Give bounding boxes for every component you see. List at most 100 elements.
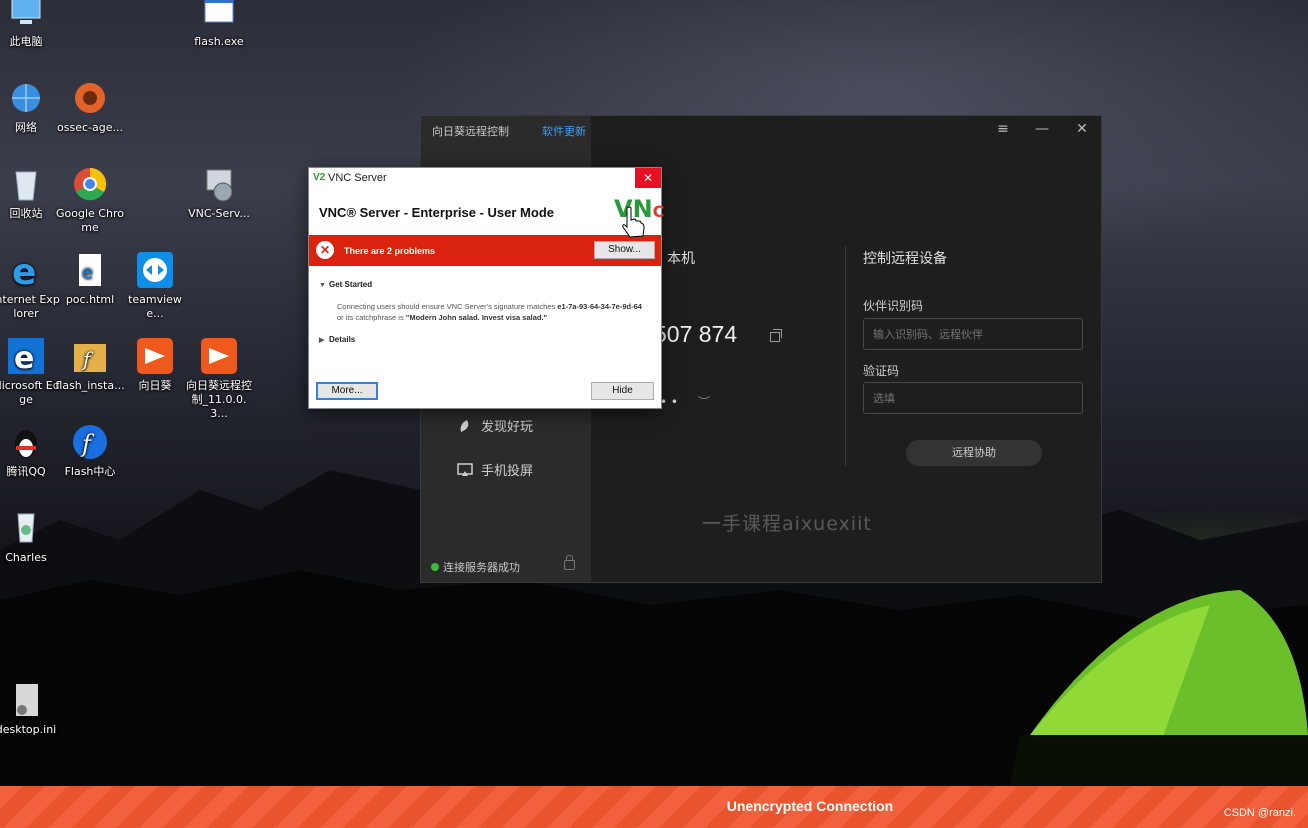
hand-cursor-icon [622, 206, 645, 238]
sidebar-item-screen-cast[interactable]: 手机投屏 [457, 460, 533, 479]
message-text: or its catchphrase is [337, 313, 406, 322]
section-title: Get Started [329, 280, 373, 289]
update-link[interactable]: 软件更新 [542, 123, 586, 139]
desktop-icon-label: poc.html [65, 293, 115, 306]
close-icon[interactable]: ✕ [1072, 121, 1092, 137]
desktop-icon-label: Charles [5, 551, 47, 564]
ossec-icon [70, 78, 110, 118]
watermark-text: 一手课程aixuexiit [702, 513, 872, 535]
svg-text:e: e [12, 252, 36, 290]
desktop-icon-teamviewer[interactable]: teamviewe... [120, 250, 190, 321]
vnc-installer-icon [199, 164, 239, 204]
exe-window-icon [199, 0, 239, 32]
catchphrase-value: "Modern John salad. Invest visa salad." [405, 313, 548, 322]
tent-illustration [1010, 590, 1308, 785]
screen-cast-icon [457, 463, 473, 477]
vnc-logo-accent: C [652, 202, 665, 221]
section-title: Details [329, 335, 356, 344]
desktop-icon-vnc-server[interactable]: VNC-Serv... [184, 164, 254, 221]
verify-code-input[interactable] [863, 382, 1083, 414]
desktop-icon-qq[interactable]: 腾讯QQ [0, 422, 61, 479]
status-dot-icon [431, 563, 439, 571]
desktop-icon-flash-installer[interactable]: f flash_insta... [55, 336, 125, 393]
teamviewer-icon [135, 250, 175, 290]
desktop-icon-sunlogin[interactable]: 向日葵 [120, 336, 190, 393]
desktop-icon-label: VNC-Serv... [188, 207, 250, 220]
connection-status-text: 连接服务器成功 [443, 561, 520, 574]
desktop-icon-charles[interactable]: Charles [0, 508, 61, 565]
desktop-icon-ossec[interactable]: ossec-age... [55, 78, 125, 135]
window-title: VNC Server [328, 172, 387, 184]
sidebar-item-label: 发现好玩 [481, 420, 534, 435]
message-text: Connecting users should ensure VNC Serve… [337, 302, 558, 311]
csdn-watermark: CSDN @ranzi. [1223, 807, 1296, 819]
more-button[interactable]: More... [316, 382, 378, 400]
desktop-icon-desktop-ini[interactable]: desktop.ini [0, 680, 61, 737]
ini-file-icon [6, 680, 46, 720]
desktop-icon-label: Flash中心 [64, 465, 116, 478]
section-get-started[interactable]: ▼ Get Started [319, 280, 372, 289]
qq-icon [6, 422, 46, 462]
chrome-icon [70, 164, 110, 204]
partner-code-label: 伙伴识别码 [863, 299, 924, 313]
desktop-icon-this-pc[interactable]: 此电脑 [0, 0, 61, 49]
menu-icon[interactable]: ≡ [993, 121, 1013, 137]
sidebar-item-discover[interactable]: 发现好玩 [457, 416, 533, 435]
desktop-icon-chrome[interactable]: Google Chrome [55, 164, 125, 235]
flash-installer-icon: f [70, 336, 110, 376]
flash-center-icon: f [70, 422, 110, 462]
copy-icon[interactable] [770, 329, 782, 342]
lock-icon[interactable] [564, 555, 575, 570]
desktop-icon-label: 向日葵远程控制_11.0.0.3... [186, 379, 252, 420]
connection-status: 连接服务器成功 [431, 559, 520, 575]
svg-text:e: e [82, 262, 93, 283]
desktop-icon-label: teamviewe... [128, 293, 182, 320]
desktop-icon-label: ossec-age... [57, 121, 123, 134]
rocket-icon [457, 419, 473, 433]
chevron-down-icon: ▼ [319, 282, 326, 289]
desktop-icon-flash-exe[interactable]: flash.exe [184, 0, 254, 49]
minimize-icon[interactable]: — [1032, 121, 1052, 137]
svg-text:e: e [14, 341, 34, 376]
desktop-icon-edge[interactable]: e Microsoft Edge [0, 336, 61, 407]
network-icon [6, 78, 46, 118]
close-icon[interactable]: ✕ [635, 168, 661, 188]
chevron-right-icon: ▶ [319, 337, 325, 344]
error-icon: ✕ [316, 241, 334, 259]
sidebar-item-label: 手机投屏 [481, 464, 534, 479]
desktop-icon-label: 此电脑 [9, 35, 43, 48]
desktop-icon-label: 回收站 [9, 207, 43, 220]
desktop-icon-label: Microsoft Edge [0, 379, 60, 406]
desktop-icon-internet-explorer[interactable]: e Internet Explorer [0, 250, 61, 321]
desktop-icon-recycle-bin[interactable]: 回收站 [0, 164, 61, 221]
desktop-icon-network[interactable]: 网络 [0, 78, 61, 135]
eye-icon[interactable]: ︶ [698, 393, 710, 410]
section-details[interactable]: ▶ Details [319, 335, 355, 344]
desktop-icon-label: 腾讯QQ [6, 465, 46, 478]
local-device-heading: 本机 [667, 251, 695, 267]
device-code: 507 874 [654, 321, 738, 347]
desktop-icon-sunlogin-installer[interactable]: 向日葵远程控制_11.0.0.3... [184, 336, 254, 421]
desktop-icon-flash-center[interactable]: f Flash中心 [55, 422, 125, 479]
dialog-heading: VNC® Server - Enterprise - User Mode [319, 205, 554, 220]
remote-control-heading: 控制远程设备 [863, 251, 947, 267]
desktop-icon-label: Internet Explorer [0, 293, 60, 320]
charles-icon [6, 508, 46, 548]
show-button[interactable]: Show... [594, 241, 655, 259]
signature-message: Connecting users should ensure VNC Serve… [337, 301, 649, 323]
desktop-icon-poc-html[interactable]: e poc.html [55, 250, 125, 307]
vertical-divider [845, 246, 846, 466]
partner-code-input[interactable] [863, 318, 1083, 350]
problem-banner: ✕ There are 2 problems Show... [309, 235, 661, 266]
ie-icon: e [6, 250, 46, 293]
signature-value: e1-7a-93-64-34-7e-9d-64 [557, 302, 642, 311]
window-title: 向日葵远程控制 [432, 125, 509, 138]
remote-assist-button[interactable]: 远程协助 [906, 440, 1042, 466]
recycle-bin-icon [6, 164, 46, 204]
desktop-icon-label: 向日葵 [138, 379, 172, 392]
hide-button[interactable]: Hide [591, 382, 654, 400]
vnc-app-icon: V2 [313, 172, 326, 183]
desktop-icon-label: Google Chrome [56, 207, 124, 234]
password-mask: • • [660, 395, 678, 409]
sunlogin-installer-icon [199, 336, 239, 376]
